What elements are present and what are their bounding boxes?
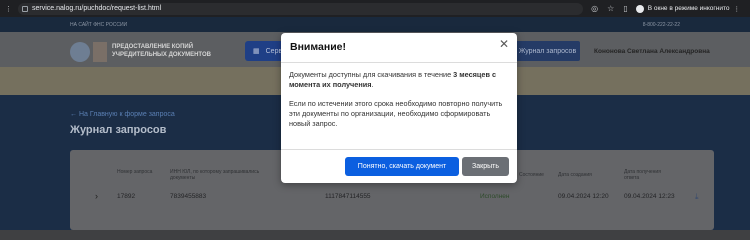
cell-received: 09.04.2024 12:23 bbox=[624, 193, 675, 200]
attention-modal: Внимание! ✕ Документы доступны для скачи… bbox=[281, 33, 517, 183]
incognito-label: В окне в режиме инкогнито bbox=[647, 5, 730, 12]
service-logo bbox=[93, 42, 107, 62]
more-menu-icon[interactable]: ⋮ bbox=[734, 5, 741, 13]
modal-p1-text: Документы доступны для скачивания в тече… bbox=[289, 70, 454, 79]
header-received: Дата получения ответа bbox=[624, 169, 661, 181]
download-confirm-button[interactable]: Понятно, скачать документ bbox=[345, 157, 459, 176]
modal-p1-end: . bbox=[371, 80, 374, 89]
modal-footer-divider bbox=[281, 149, 517, 150]
site-topbar: НА САЙТ ФНС РОССИИ 8-800-222-22-22 bbox=[0, 17, 750, 32]
modal-divider bbox=[281, 62, 517, 63]
modal-paragraph-1: Документы доступны для скачивания в тече… bbox=[289, 70, 511, 90]
hotline-phone: 8-800-222-22-22 bbox=[642, 21, 680, 28]
cell-ogrn: 1117847114555 bbox=[325, 193, 371, 200]
cell-created: 09.04.2024 12:20 bbox=[558, 193, 609, 200]
fns-link[interactable]: НА САЙТ ФНС РОССИИ bbox=[70, 22, 127, 28]
requests-journal-tab[interactable]: Журнал запросов bbox=[515, 41, 580, 61]
services-label: Серв bbox=[265, 47, 283, 55]
header-inn: ИНН ЮЛ, по которому запрашивались докуме… bbox=[170, 169, 260, 181]
modal-title: Внимание! bbox=[290, 41, 346, 53]
sidebar-icon[interactable]: ▯ bbox=[623, 4, 627, 13]
star-icon[interactable]: ☆ bbox=[607, 4, 614, 13]
url-text: service.nalog.ru/puchdoc/request-list.ht… bbox=[32, 5, 162, 12]
back-to-form-link[interactable]: ← На Главную к форме запроса bbox=[70, 111, 175, 118]
cell-request-number: 17892 bbox=[117, 193, 136, 200]
incognito-icon bbox=[635, 4, 644, 13]
page-info-icon[interactable]: ⋮ bbox=[0, 5, 18, 13]
service-brand: ПРЕДОСТАВЛЕНИЕ КОПИЙ УЧРЕДИТЕЛЬНЫХ ДОКУМ… bbox=[112, 43, 211, 59]
close-button[interactable]: Закрыть bbox=[462, 157, 509, 176]
fns-logo[interactable] bbox=[70, 42, 90, 62]
header-request-number: Номер запроса bbox=[117, 169, 153, 175]
site-info-icon[interactable] bbox=[22, 5, 28, 12]
user-name[interactable]: Кононова Светлана Александровна bbox=[594, 48, 710, 55]
eye-off-icon[interactable]: ◎ bbox=[591, 4, 598, 13]
brand-line-1: ПРЕДОСТАВЛЕНИЕ КОПИЙ bbox=[112, 44, 194, 50]
grid-icon: ▦ bbox=[253, 48, 260, 55]
address-bar[interactable]: service.nalog.ru/puchdoc/request-list.ht… bbox=[18, 2, 584, 15]
header-created: Дата создания bbox=[558, 172, 592, 178]
download-icon[interactable]: ⤓ bbox=[695, 192, 699, 202]
header-status: Состояние bbox=[519, 172, 544, 178]
incognito-indicator[interactable]: В окне в режиме инкогнито ⋮ bbox=[635, 4, 741, 13]
modal-paragraph-2: Если по истечении этого срока необходимо… bbox=[289, 99, 503, 128]
page-title: Журнал запросов bbox=[70, 124, 167, 136]
browser-toolbar: ⋮ service.nalog.ru/puchdoc/request-list.… bbox=[0, 0, 750, 17]
cell-status: Исполнен bbox=[480, 193, 510, 200]
brand-line-2: УЧРЕДИТЕЛЬНЫХ ДОКУМЕНТОВ bbox=[112, 52, 211, 58]
close-icon[interactable]: ✕ bbox=[499, 37, 509, 51]
cell-inn: 7839455883 bbox=[170, 193, 207, 200]
expand-row-icon[interactable]: › bbox=[95, 191, 98, 201]
header-status-label: Состояние bbox=[519, 172, 544, 178]
